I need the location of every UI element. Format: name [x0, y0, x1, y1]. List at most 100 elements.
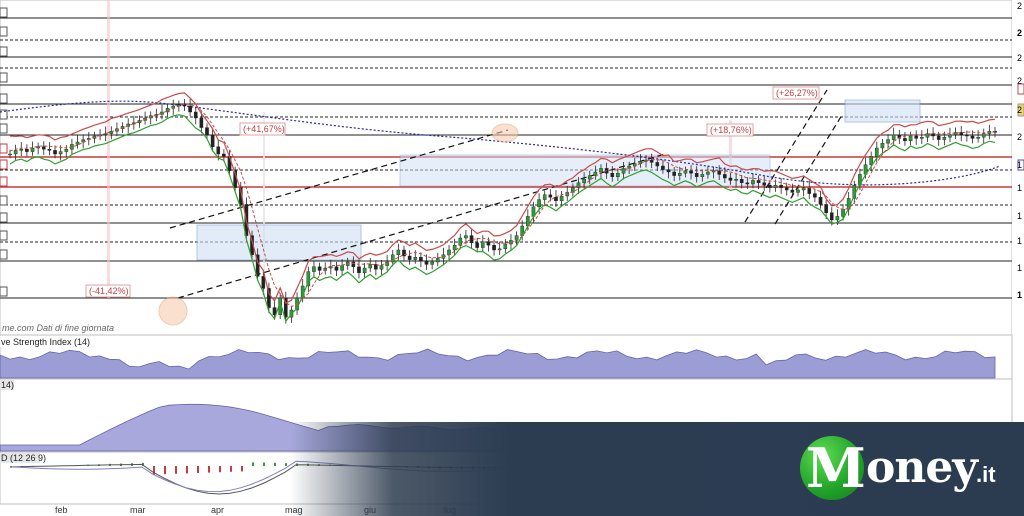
candle-body: [587, 175, 592, 180]
candle-body: [599, 168, 603, 173]
candle-body: [492, 244, 496, 251]
price-tick-9: 1: [1017, 211, 1022, 221]
candle-body: [706, 171, 710, 175]
price-tick-2: 2: [1017, 28, 1022, 38]
high-highlight: [491, 123, 519, 143]
low-highlight: [158, 296, 188, 326]
macd-bar: [197, 466, 199, 473]
pct-label-1: (-41,42%): [89, 286, 129, 296]
adx-panel-title: 14): [1, 380, 14, 390]
candle-body: [407, 255, 412, 260]
candle-body: [824, 204, 828, 213]
price-tick-1: 2: [1017, 1, 1022, 11]
candle-body: [700, 174, 705, 177]
candle-body: [880, 142, 885, 149]
candle-body: [205, 127, 209, 135]
month-label: apr: [211, 505, 224, 515]
candle-body: [739, 178, 744, 183]
candle-body: [559, 195, 564, 202]
candle-body: [773, 184, 778, 188]
left-price-tags: [0, 7, 8, 297]
candle-body: [790, 189, 795, 193]
price-tick-8: 1: [1017, 183, 1022, 193]
price-tick-6: 2: [1017, 132, 1022, 142]
candle-body: [8, 153, 12, 156]
price-tick-7: 1: [1017, 160, 1022, 170]
candle-body: [458, 237, 463, 246]
candle-body: [616, 172, 620, 177]
macd-bar: [241, 466, 243, 472]
candle-body: [25, 148, 29, 152]
candle-body: [497, 248, 502, 251]
candle-body: [920, 136, 924, 139]
candle-body: [199, 117, 204, 128]
macd-bar: [252, 462, 254, 466]
candle-body: [576, 182, 581, 188]
candle-body: [396, 249, 401, 256]
logo-m-letter: M: [806, 436, 866, 500]
candle-body: [317, 266, 322, 271]
candle-body: [745, 182, 750, 185]
candle-body: [678, 172, 682, 176]
candle-body: [47, 148, 52, 151]
candle-body: [582, 178, 586, 183]
candle-body: [19, 148, 24, 151]
month-label: mar: [130, 505, 146, 515]
candle-body: [548, 194, 553, 198]
macd-bar: [175, 466, 177, 474]
pct-label-2: (+41,67%): [243, 124, 285, 134]
candle-body: [942, 136, 947, 140]
macd-bar: [186, 466, 188, 474]
candle-body: [419, 257, 423, 262]
candle-body: [931, 133, 935, 137]
candle-body: [756, 180, 761, 183]
pct-label-4: (+26,27%): [776, 88, 818, 98]
candle-body: [683, 170, 688, 174]
candle-body: [261, 276, 266, 289]
candle-body: [503, 243, 508, 250]
price-tick-10: 1: [1017, 236, 1022, 246]
candle-body: [554, 196, 558, 201]
candle-body: [649, 159, 654, 163]
price-tick-11: 1: [1017, 263, 1022, 273]
candle-body: [216, 146, 221, 155]
candle-body: [362, 267, 367, 274]
candle-body: [379, 265, 384, 270]
candle-body: [970, 135, 975, 139]
candle-body: [779, 184, 783, 188]
month-label: feb: [55, 505, 68, 515]
candle-body: [768, 184, 772, 188]
macd-bar: [208, 466, 210, 473]
candle-body: [413, 257, 418, 260]
macd-bar: [219, 466, 221, 473]
candle-body: [424, 260, 429, 265]
candle-body: [666, 169, 671, 173]
candle-body: [537, 199, 541, 208]
candle-body: [481, 241, 485, 248]
macd-bar: [285, 463, 287, 466]
candle-body: [694, 172, 699, 177]
candle-body: [368, 264, 373, 269]
candle-body: [58, 151, 63, 155]
macd-bar: [263, 462, 265, 466]
candle-body: [914, 135, 918, 139]
macd-bar: [230, 466, 232, 472]
candle-body: [965, 134, 969, 137]
candle-body: [357, 266, 361, 273]
candle-body: [841, 208, 845, 217]
candle-body: [886, 139, 890, 144]
price-tick-5: 2: [1017, 105, 1022, 115]
candle-body: [903, 138, 907, 141]
candle-body: [402, 249, 406, 257]
candle-body: [13, 150, 18, 155]
price-tick-4: 2: [1017, 76, 1022, 86]
source-watermark: me.com Dati di fine giornata: [2, 323, 114, 333]
candle-body: [655, 162, 660, 167]
candle-body: [751, 180, 755, 185]
candle-body: [430, 261, 434, 265]
price-tick-3: 2: [1017, 53, 1022, 63]
candle-body: [661, 165, 665, 170]
candle-body: [188, 105, 192, 113]
price-tick-12: 1: [1017, 290, 1022, 300]
candle-body: [936, 135, 941, 140]
